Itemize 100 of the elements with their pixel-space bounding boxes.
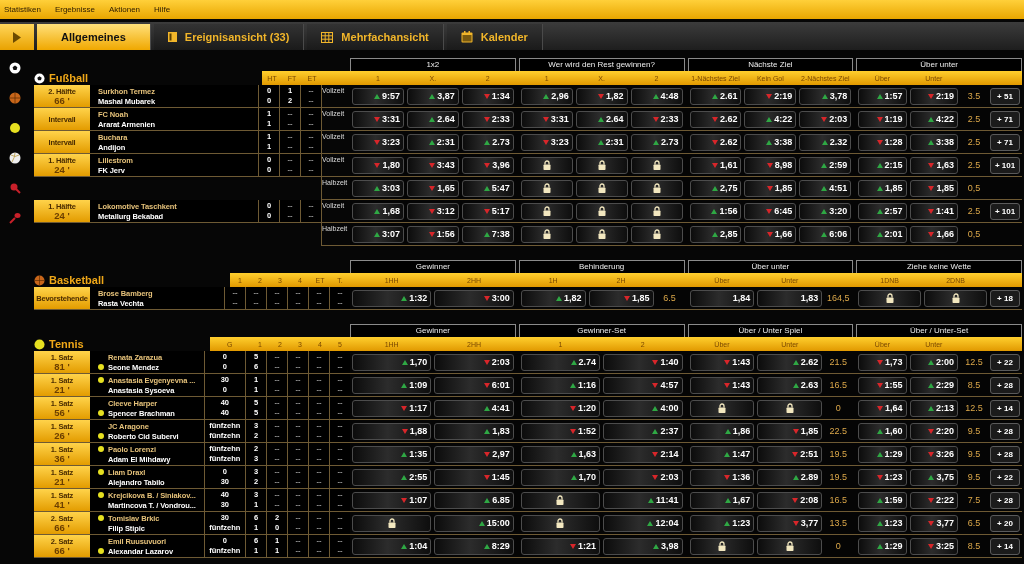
odds-button[interactable]: 1:56 [689,202,742,220]
more-markets-button[interactable]: + 28 [990,376,1020,394]
odds-button[interactable]: 1,84 [689,289,755,307]
odds-button[interactable]: 3,87 [406,87,459,105]
odds-button[interactable]: 1:52 [520,422,601,440]
odds-button[interactable]: 1,63 [520,445,601,463]
odds-button[interactable]: 1,68 [352,202,404,220]
odds-button[interactable]: 2.61 [689,87,742,105]
odds-button[interactable]: 1,64 [858,399,907,417]
odds-button[interactable]: 1,86 [689,422,755,440]
odds-button[interactable]: 1:59 [858,491,907,509]
odds-button[interactable]: 6:45 [744,202,797,220]
odds-button[interactable] [630,225,683,243]
odds-button[interactable]: 1:47 [689,445,755,463]
odds-button[interactable]: 1:43 [689,376,755,394]
more-markets-button[interactable]: + 28 [990,422,1020,440]
odds-button[interactable]: 2:37 [603,422,683,440]
odds-button[interactable]: 2:22 [909,491,958,509]
odds-button[interactable]: 1:23 [858,514,907,532]
odds-button[interactable]: 9:57 [352,87,404,105]
odds-button[interactable]: 1:23 [858,468,907,486]
more-markets-button[interactable]: + 28 [990,491,1020,509]
odds-button[interactable]: 1,73 [858,353,907,371]
odds-button[interactable]: 2.32 [799,133,852,151]
odds-button[interactable] [520,514,601,532]
odds-button[interactable]: 1,80 [352,156,404,174]
odds-button[interactable]: 6:06 [799,225,852,243]
odds-button[interactable] [520,202,573,220]
odds-button[interactable]: 15:00 [434,514,514,532]
odds-button[interactable]: 2.64 [406,110,459,128]
odds-button[interactable]: 2:29 [909,376,958,394]
odds-button[interactable]: 4:41 [434,399,514,417]
more-markets-button[interactable]: + 28 [990,445,1020,463]
play-button[interactable] [0,24,34,50]
odds-button[interactable]: 1,67 [689,491,755,509]
odds-button[interactable]: 1:17 [352,399,432,417]
menu-item[interactable]: Hilfe [154,5,171,14]
odds-button[interactable]: 1,83 [757,289,823,307]
table-tennis-icon[interactable] [9,182,21,194]
odds-button[interactable]: 2:08 [757,491,823,509]
odds-button[interactable]: 4:57 [603,376,683,394]
odds-button[interactable]: 2:15 [858,156,907,174]
odds-button[interactable]: 4:22 [909,110,958,128]
odds-button[interactable]: 2.63 [757,376,823,394]
odds-button[interactable]: 6:01 [434,376,514,394]
odds-button[interactable]: 1:43 [689,353,755,371]
odds-button[interactable]: 2.62 [757,353,823,371]
odds-button[interactable] [352,514,432,532]
more-markets-button[interactable]: + 22 [990,353,1020,371]
odds-button[interactable]: 3,98 [603,537,683,555]
more-markets-button[interactable]: + 20 [990,514,1020,532]
odds-button[interactable]: 3,75 [909,468,958,486]
odds-button[interactable]: 3,96 [461,156,514,174]
odds-button[interactable]: 1,61 [689,156,742,174]
more-markets-button[interactable]: + 14 [990,399,1020,417]
odds-button[interactable]: 3:07 [352,225,404,243]
odds-button[interactable]: 2:33 [461,110,514,128]
odds-button[interactable]: 8,98 [744,156,797,174]
odds-button[interactable] [858,289,922,307]
odds-button[interactable]: 1,85 [588,289,654,307]
odds-button[interactable]: 1:04 [352,537,432,555]
odds-button[interactable]: 2:33 [630,110,683,128]
odds-button[interactable]: 1:23 [689,514,755,532]
odds-button[interactable]: 1:09 [352,376,432,394]
menu-item[interactable]: Aktionen [108,5,141,14]
odds-button[interactable]: 2:19 [744,87,797,105]
odds-button[interactable]: 2,97 [434,445,514,463]
odds-button[interactable] [689,399,755,417]
odds-button[interactable]: 3:31 [352,110,404,128]
odds-button[interactable]: 1:07 [352,491,432,509]
odds-button[interactable]: 1:35 [352,445,432,463]
odds-button[interactable]: 8:29 [434,537,514,555]
odds-button[interactable]: 1:32 [352,289,432,307]
odds-button[interactable]: 3:23 [352,133,404,151]
more-markets-button[interactable]: + 14 [990,537,1020,555]
odds-button[interactable]: 2:13 [909,399,958,417]
odds-button[interactable]: 1,85 [744,179,797,197]
odds-button[interactable] [757,399,823,417]
odds-button[interactable]: 1:19 [858,110,907,128]
odds-button[interactable]: 1,82 [520,289,586,307]
odds-button[interactable] [630,156,683,174]
odds-button[interactable]: 1:29 [858,537,907,555]
odds-button[interactable]: 2:01 [858,225,907,243]
more-markets-button[interactable]: + 71 [990,110,1020,128]
odds-button[interactable]: 1,65 [406,179,459,197]
odds-button[interactable]: 5:17 [461,202,514,220]
odds-button[interactable]: 2.64 [575,110,628,128]
odds-button[interactable]: 2.73 [630,133,683,151]
odds-button[interactable]: 4:51 [799,179,852,197]
odds-button[interactable] [689,537,755,555]
odds-button[interactable]: 2,75 [689,179,742,197]
tab[interactable]: Ereignisansicht (33) [153,24,305,50]
more-markets-button[interactable]: + 51 [990,87,1020,105]
odds-button[interactable]: 2.89 [757,468,823,486]
menu-item[interactable]: Statistiken [4,5,41,14]
more-markets-button[interactable]: + 71 [990,133,1020,151]
odds-button[interactable]: 1,63 [909,156,958,174]
soccer-ball-icon[interactable] [9,62,21,74]
odds-button[interactable]: 2,85 [689,225,742,243]
odds-button[interactable]: 1,82 [575,87,628,105]
